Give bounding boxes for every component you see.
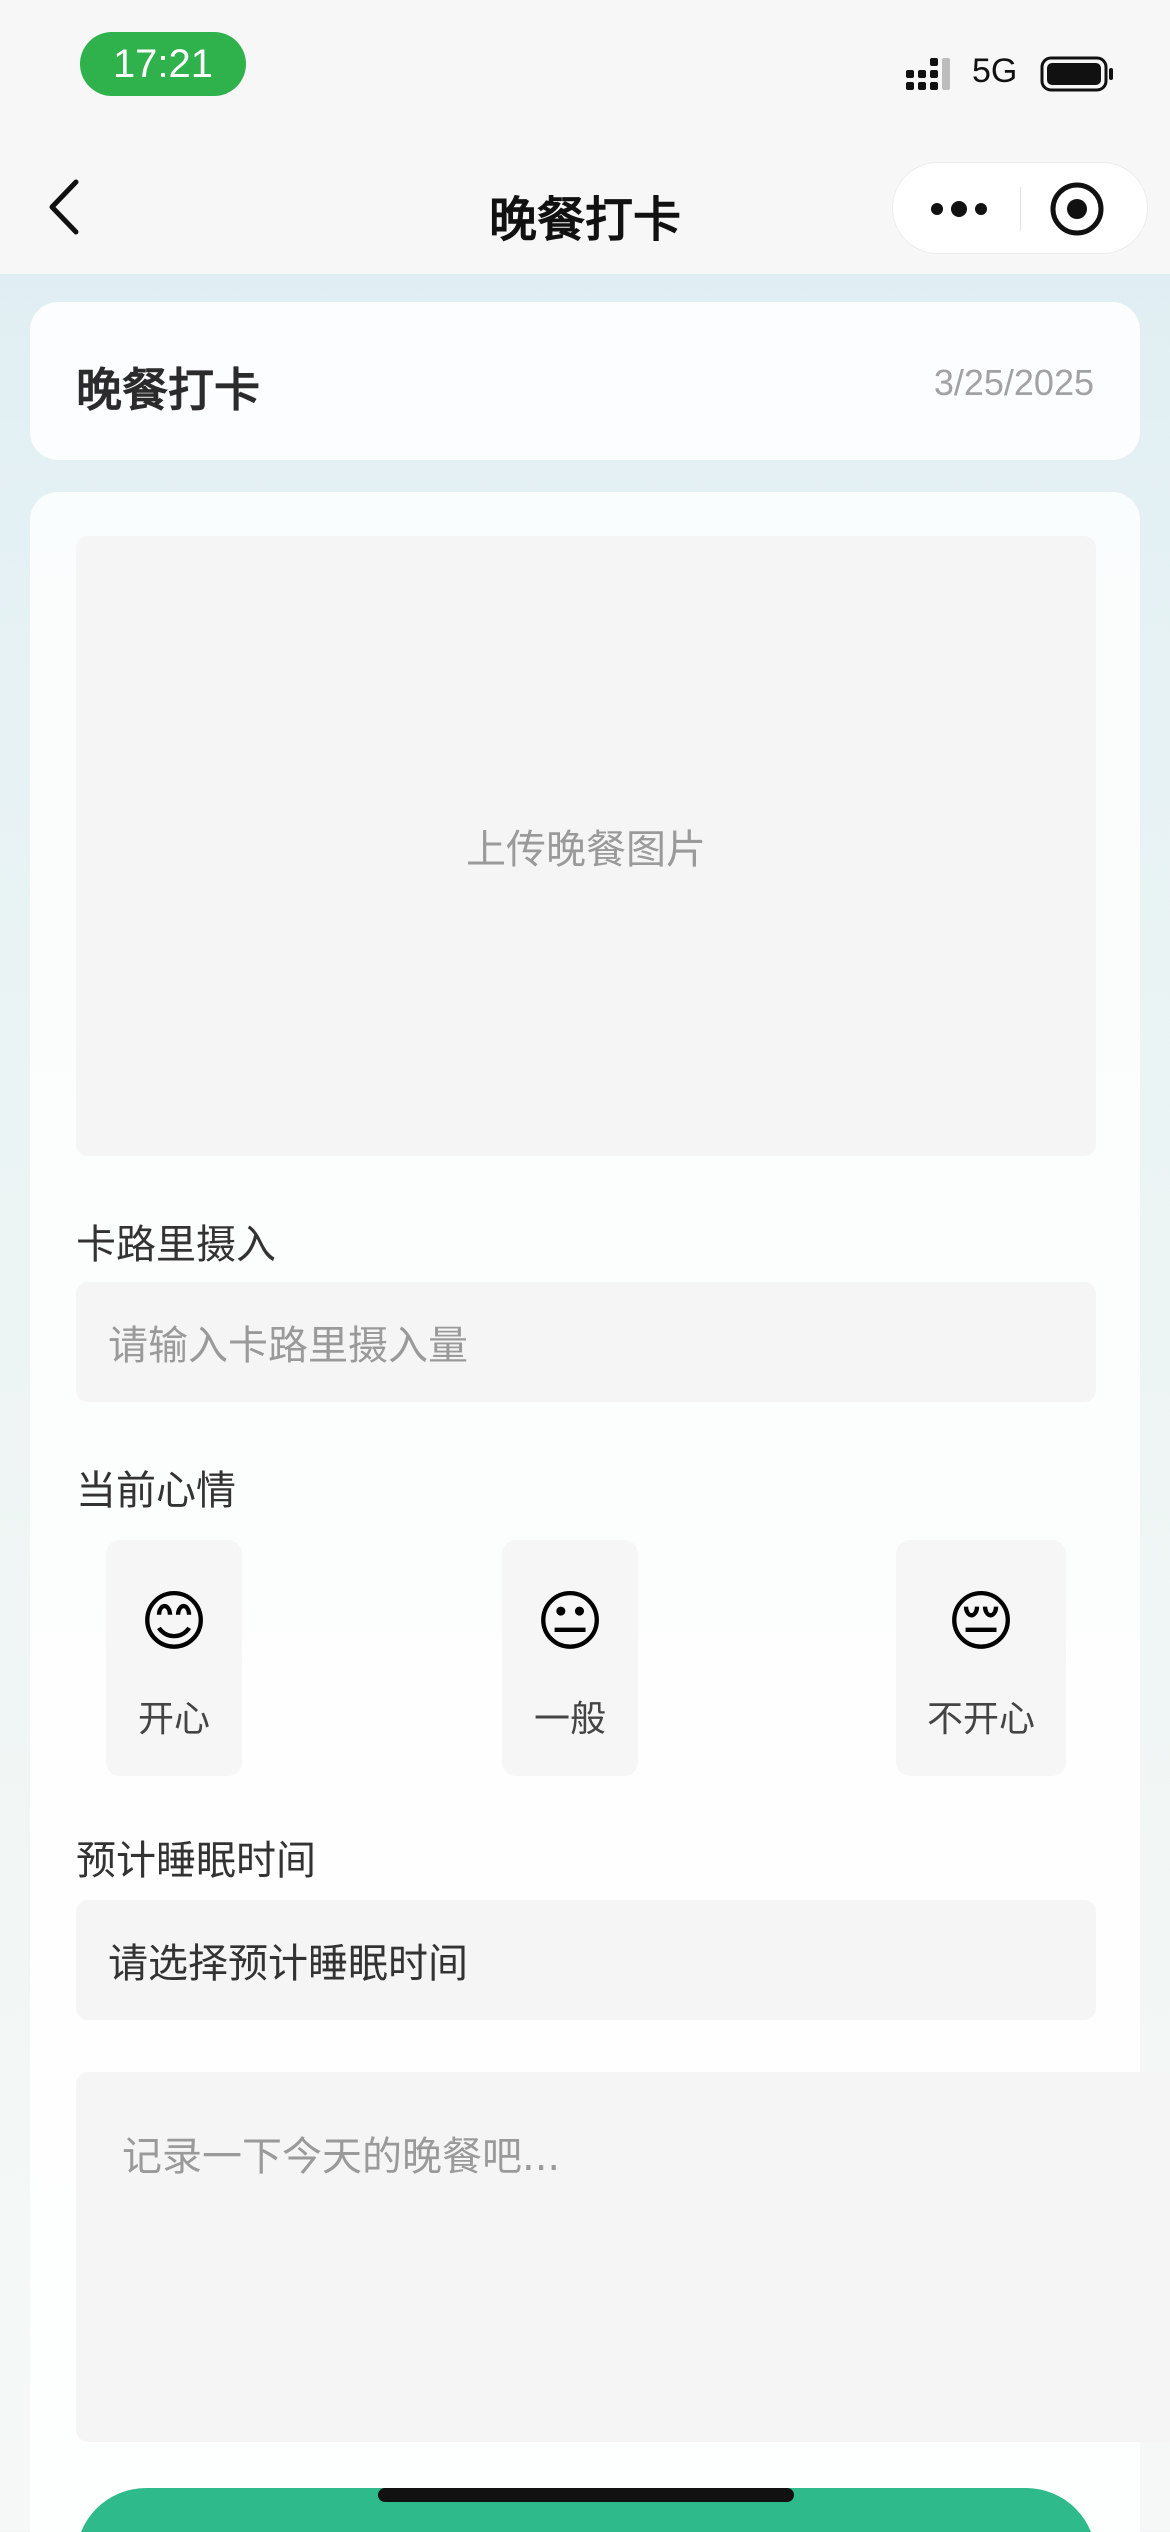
more-dots-icon [931,203,943,215]
nav-bar: 晚餐打卡 [0,140,1170,274]
mood-option-label: 开心 [137,1699,210,1740]
form-card: 上传晚餐图片 卡路里摄入 请输入卡路里摄入量 当前心情 😊 开心 😐 一般 😔 … [30,492,1170,2532]
status-time: 17:21 [80,32,246,96]
network-label: 5G [972,52,1018,90]
calories-input[interactable]: 请输入卡路里摄入量 [76,1282,1096,1402]
neutral-face-icon: 😐 [535,1583,605,1660]
upload-photo-button[interactable]: 上传晚餐图片 [76,536,1096,1156]
close-button[interactable] [1021,163,1149,255]
target-close-icon [1050,182,1104,236]
sleep-time-label: 预计睡眠时间 [76,1838,316,1884]
mood-option-label: 一般 [533,1699,606,1740]
notes-textarea[interactable]: 记录一下今天的晚餐吧... [76,2072,1170,2442]
calories-label: 卡路里摄入 [76,1222,276,1268]
mood-label: 当前心情 [76,1468,236,1514]
status-bar: 17:21 5G [0,0,1170,140]
mood-option-label: 不开心 [926,1699,1035,1740]
pensive-face-icon: 😔 [946,1583,1016,1660]
sleep-time-picker-text: 请选择预计睡眠时间 [108,1941,468,1987]
sleep-time-picker[interactable]: 请选择预计睡眠时间 [76,1900,1096,2020]
smiling-face-icon: 😊 [139,1583,209,1660]
signal-bars-icon [906,58,950,90]
notes-placeholder: 记录一下今天的晚餐吧... [122,2134,561,2180]
header-card: 晚餐打卡 3/25/2025 [30,302,1140,460]
card-title: 晚餐打卡 [76,363,260,417]
mood-option-neutral[interactable]: 😐 一般 [502,1540,638,1776]
more-button[interactable] [893,163,1021,255]
card-date: 3/25/2025 [933,362,1094,403]
home-indicator [378,2488,794,2502]
battery-icon [1040,56,1113,92]
upload-label: 上传晚餐图片 [466,827,706,873]
calories-placeholder: 请输入卡路里摄入量 [108,1323,468,1369]
mood-option-happy[interactable]: 😊 开心 [106,1540,242,1776]
mood-option-unhappy[interactable]: 😔 不开心 [896,1540,1066,1776]
mini-program-capsule [892,162,1148,254]
